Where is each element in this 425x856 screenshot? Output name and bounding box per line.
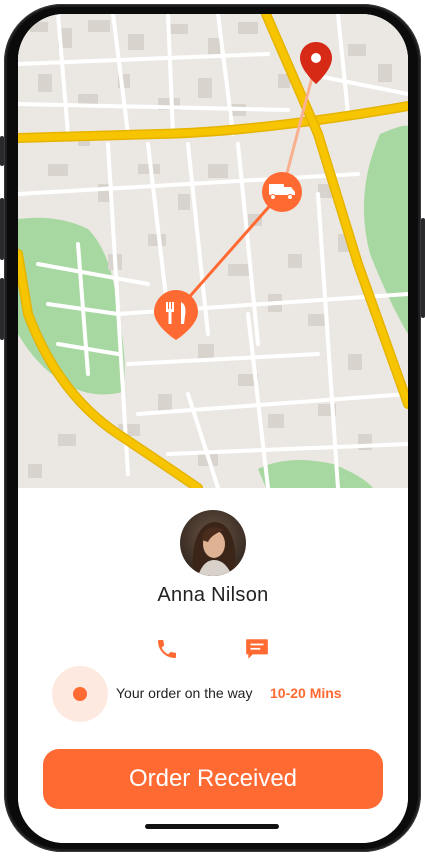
status-pulse-indicator <box>52 666 108 722</box>
truck-icon[interactable] <box>262 172 302 212</box>
message-button[interactable] <box>242 634 272 664</box>
delivery-map[interactable] <box>18 14 408 488</box>
order-eta: 10-20 Mins <box>270 685 342 701</box>
delivery-info-sheet: Anna Nilson Your order on the way 10-20 … <box>18 488 408 843</box>
phone-side-button-volume-up <box>0 198 4 260</box>
order-status-row: Your order on the way 10-20 Mins <box>52 666 382 722</box>
order-status-text: Your order on the way <box>116 685 253 701</box>
phone-icon <box>158 640 176 658</box>
phone-side-button-silent <box>0 136 4 166</box>
home-indicator <box>145 824 279 829</box>
driver-name: Anna Nilson <box>157 584 269 606</box>
app-screen: Anna Nilson Your order on the way 10-20 … <box>18 14 408 843</box>
map-canvas[interactable] <box>18 14 408 488</box>
phone-side-button-power <box>421 218 425 318</box>
call-button[interactable] <box>152 634 182 664</box>
chat-bubble-icon <box>246 639 268 659</box>
phone-side-button-volume-down <box>0 278 4 340</box>
order-received-button[interactable]: Order Received <box>43 749 383 809</box>
avatar[interactable] <box>180 510 246 576</box>
status-dot <box>73 687 87 701</box>
